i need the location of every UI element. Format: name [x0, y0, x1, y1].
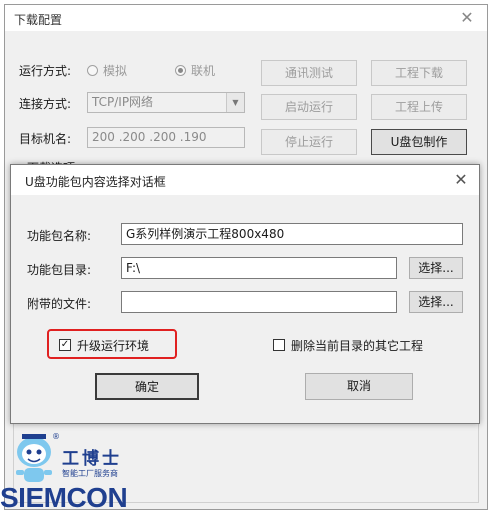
registered-mark: ®: [52, 432, 60, 441]
brand-cn: 工博士: [62, 449, 122, 469]
comm-test-button[interactable]: 通讯测试: [261, 60, 357, 86]
pkg-dir-field[interactable]: F:\: [121, 257, 397, 279]
ok-button[interactable]: 确定: [95, 373, 199, 400]
outer-titlebar: [5, 5, 487, 31]
usb-make-button[interactable]: U盘包制作: [371, 129, 467, 155]
radio-online[interactable]: [175, 65, 186, 76]
cancel-button[interactable]: 取消: [305, 373, 413, 400]
radio-sim[interactable]: [87, 65, 98, 76]
target-label: 目标机名:: [19, 132, 72, 146]
choose-file-button[interactable]: 选择...: [409, 291, 463, 313]
choose-dir-button[interactable]: 选择...: [409, 257, 463, 279]
radio-sim-label: 模拟: [103, 64, 128, 78]
target-field[interactable]: 200 .200 .200 .190: [87, 127, 245, 148]
delete-other-label: 删除当前目录的其它工程: [291, 339, 424, 353]
pkg-dir-label: 功能包目录:: [27, 263, 92, 277]
outer-title: 下载配置: [14, 13, 63, 27]
attach-field[interactable]: [121, 291, 397, 313]
connect-value: TCP/IP网络: [92, 95, 154, 109]
project-download-button[interactable]: 工程下载: [371, 60, 467, 86]
brand-wordmark: SIEMCON: [0, 482, 128, 513]
dialog-close-icon[interactable]: ✕: [449, 170, 473, 190]
upgrade-env-checkbox[interactable]: ✓: [59, 339, 71, 351]
upgrade-env-label: 升级运行环境: [77, 339, 150, 353]
brand-tagline: 智能工厂服务商: [62, 469, 118, 478]
delete-other-checkbox[interactable]: [273, 339, 285, 351]
radio-online-label: 联机: [191, 64, 216, 78]
project-upload-button[interactable]: 工程上传: [371, 94, 467, 120]
run-mode-label: 运行方式:: [19, 64, 72, 78]
dropdown-arrow-icon: ▼: [226, 93, 244, 112]
connect-label: 连接方式:: [19, 97, 72, 111]
pkg-name-field[interactable]: G系列样例演示工程800x480: [121, 223, 463, 245]
attach-label: 附带的文件:: [27, 297, 92, 311]
dialog-title: U盘功能包内容选择对话框: [25, 175, 166, 189]
outer-close-icon[interactable]: ✕: [455, 8, 479, 28]
pkg-name-label: 功能包名称:: [27, 229, 92, 243]
stop-run-button[interactable]: 停止运行: [261, 129, 357, 155]
siemcon-logo: ® 工博士 智能工厂服务商 SIEMCON: [0, 430, 170, 514]
usb-package-dialog: U盘功能包内容选择对话框 ✕ 功能包名称: G系列样例演示工程800x480 功…: [10, 164, 480, 424]
connect-select[interactable]: TCP/IP网络 ▼: [87, 92, 245, 113]
start-run-button[interactable]: 启动运行: [261, 94, 357, 120]
